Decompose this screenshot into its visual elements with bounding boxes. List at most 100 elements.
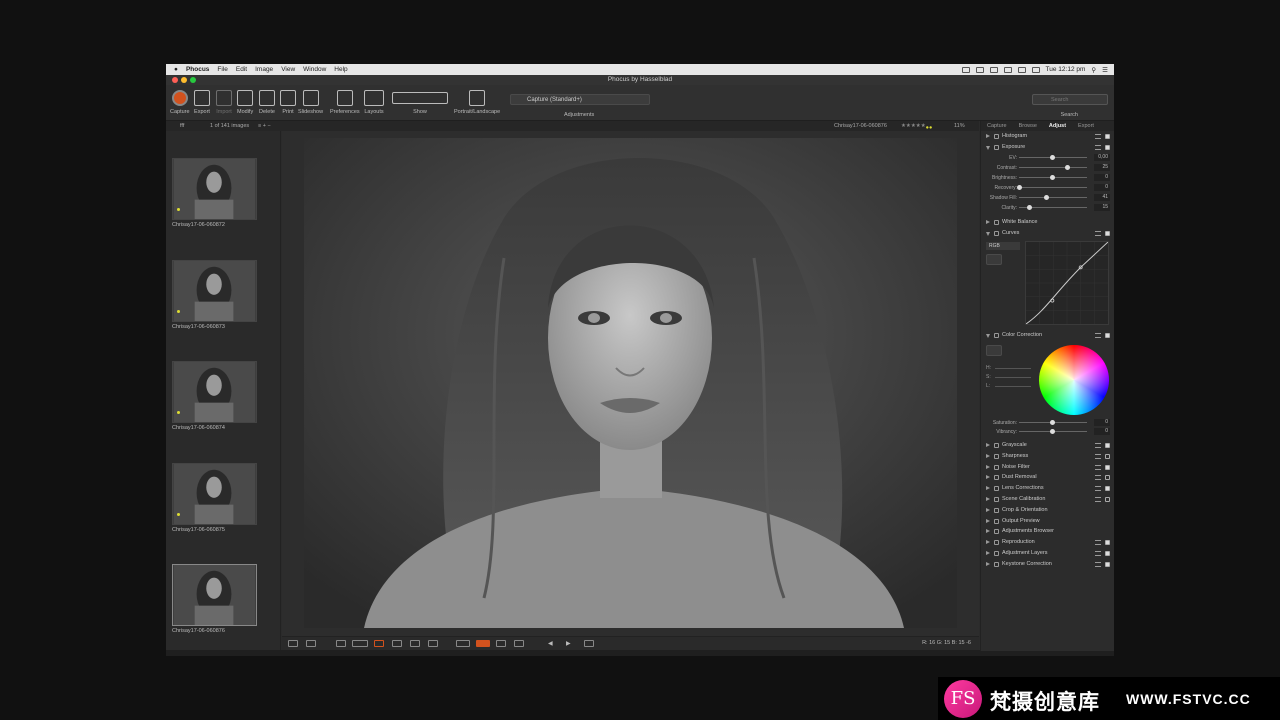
straighten-tool-icon[interactable]: [352, 640, 368, 647]
section-row[interactable]: Sharpness: [981, 452, 1114, 461]
slider-value[interactable]: 0: [1094, 184, 1110, 191]
section-histogram[interactable]: Histogram: [981, 132, 1114, 141]
color-wheel[interactable]: [1039, 345, 1109, 415]
slider-track[interactable]: [1019, 187, 1087, 188]
export-button[interactable]: Export: [194, 90, 210, 115]
section-enable-checkbox[interactable]: [1105, 561, 1110, 567]
delete-button[interactable]: Delete: [259, 90, 275, 115]
section-menu-icon[interactable]: [1095, 540, 1101, 546]
section-row[interactable]: Output Preview: [981, 517, 1114, 526]
color-eyedropper-button[interactable]: [986, 345, 1002, 356]
section-enable-checkbox[interactable]: [1105, 486, 1110, 492]
slider-row[interactable]: Shadow Fill: 41: [981, 193, 1114, 202]
menu-image[interactable]: Image: [255, 66, 273, 73]
slider-knob[interactable]: [1050, 429, 1055, 434]
slider-knob[interactable]: [1050, 420, 1055, 425]
grid-overlay-icon[interactable]: [496, 640, 506, 647]
status-icon[interactable]: [989, 66, 998, 73]
slider-knob[interactable]: [1050, 175, 1055, 180]
tab-adjust[interactable]: Adjust: [1043, 121, 1072, 131]
battery-icon[interactable]: [1031, 66, 1040, 73]
lightness-slider[interactable]: [995, 386, 1031, 387]
slider-row[interactable]: Recovery: 0: [981, 183, 1114, 192]
menu-file[interactable]: File: [217, 66, 227, 73]
section-enable-checkbox[interactable]: [1105, 551, 1110, 556]
saturation-mini-slider[interactable]: [995, 377, 1031, 378]
section-enable-checkbox[interactable]: [1105, 231, 1110, 236]
slider-knob[interactable]: [1064, 165, 1070, 170]
slider-value[interactable]: 25: [1094, 164, 1110, 171]
section-menu-icon[interactable]: [1095, 486, 1101, 492]
section-menu-icon[interactable]: [1095, 231, 1101, 236]
section-menu-icon[interactable]: [1095, 475, 1101, 481]
tab-browse[interactable]: Browse: [1013, 121, 1043, 131]
exposure-warning-icon[interactable]: [476, 640, 490, 647]
section-menu-icon[interactable]: [1095, 551, 1101, 556]
section-color-correction[interactable]: Color Correction: [981, 331, 1114, 340]
spotlight-search-icon[interactable]: ⚲: [1091, 66, 1096, 74]
zoom-window-button[interactable]: [190, 77, 196, 83]
overexposure-warning-icon[interactable]: [456, 640, 470, 647]
slider-row[interactable]: Clarity: 15: [981, 203, 1114, 212]
section-enable-checkbox[interactable]: [1105, 443, 1110, 448]
section-row[interactable]: Noise Filter: [981, 463, 1114, 472]
menu-view[interactable]: View: [281, 66, 295, 73]
previous-image-icon[interactable]: ◀: [548, 640, 558, 647]
apple-menu-icon[interactable]: ●: [174, 66, 178, 73]
section-menu-icon[interactable]: [1095, 497, 1101, 502]
section-row[interactable]: Scene Calibration: [981, 495, 1114, 504]
hue-slider[interactable]: [995, 368, 1031, 369]
thumbnail[interactable]: [172, 260, 257, 322]
thumbnail-selected[interactable]: [172, 564, 257, 626]
section-curves[interactable]: Curves: [981, 229, 1114, 238]
menu-window[interactable]: Window: [303, 66, 326, 73]
section-menu-icon[interactable]: [1095, 134, 1101, 139]
section-row[interactable]: Keystone Correction: [981, 560, 1114, 569]
section-enable-checkbox[interactable]: [1105, 475, 1110, 481]
image-viewer[interactable]: [282, 131, 979, 636]
section-row[interactable]: Dust Removal: [981, 473, 1114, 482]
compare-view-icon[interactable]: [288, 640, 298, 647]
show-button[interactable]: Show: [392, 90, 448, 115]
thumbnail[interactable]: [172, 463, 257, 525]
curve-graph[interactable]: [1025, 241, 1109, 325]
section-white-balance[interactable]: White Balance: [981, 218, 1114, 227]
wifi-icon[interactable]: [1003, 66, 1012, 73]
thumbnail[interactable]: [172, 158, 257, 220]
notification-center-icon[interactable]: ☰: [1102, 66, 1108, 74]
zoom-level[interactable]: 11%: [954, 123, 965, 129]
mask-overlay-icon[interactable]: [514, 640, 524, 647]
section-row[interactable]: Lens Corrections: [981, 484, 1114, 493]
section-menu-icon[interactable]: [1095, 561, 1101, 567]
folder-name[interactable]: fff: [180, 123, 184, 129]
main-photo[interactable]: [304, 138, 957, 628]
section-menu-icon[interactable]: [1095, 443, 1101, 448]
section-enable-checkbox[interactable]: [1105, 497, 1110, 502]
section-menu-icon[interactable]: [1095, 333, 1101, 338]
menu-edit[interactable]: Edit: [236, 66, 247, 73]
slider-knob[interactable]: [1017, 185, 1022, 190]
section-enable-checkbox[interactable]: [1105, 453, 1110, 459]
slideshow-button[interactable]: Slideshow: [298, 90, 323, 115]
section-exposure[interactable]: Exposure: [981, 143, 1114, 152]
hand-tool-icon[interactable]: [410, 640, 420, 647]
section-menu-icon[interactable]: [1095, 145, 1101, 150]
modify-button[interactable]: Modify: [237, 90, 253, 115]
tab-export[interactable]: Export: [1072, 121, 1100, 131]
import-button[interactable]: Import: [216, 90, 232, 115]
capture-preset-select[interactable]: Capture (Standard+): [510, 94, 650, 105]
status-icon[interactable]: [975, 66, 984, 73]
slider-value[interactable]: 0: [1094, 419, 1110, 426]
slider-row[interactable]: Vibrancy: 0: [981, 427, 1114, 436]
section-row[interactable]: Reproduction: [981, 538, 1114, 547]
slider-knob[interactable]: [1050, 155, 1055, 160]
section-row[interactable]: Crop & Orientation: [981, 506, 1114, 515]
fullscreen-icon[interactable]: [584, 640, 594, 647]
curve-channel-select[interactable]: RGB: [986, 242, 1020, 250]
menu-phocus[interactable]: Phocus: [186, 66, 209, 73]
section-row[interactable]: Grayscale: [981, 441, 1114, 450]
eyedropper-tool-icon[interactable]: [374, 640, 384, 647]
slider-row[interactable]: Saturation: 0: [981, 418, 1114, 427]
capture-button[interactable]: Capture: [170, 90, 190, 115]
section-enable-checkbox[interactable]: [1105, 134, 1110, 139]
